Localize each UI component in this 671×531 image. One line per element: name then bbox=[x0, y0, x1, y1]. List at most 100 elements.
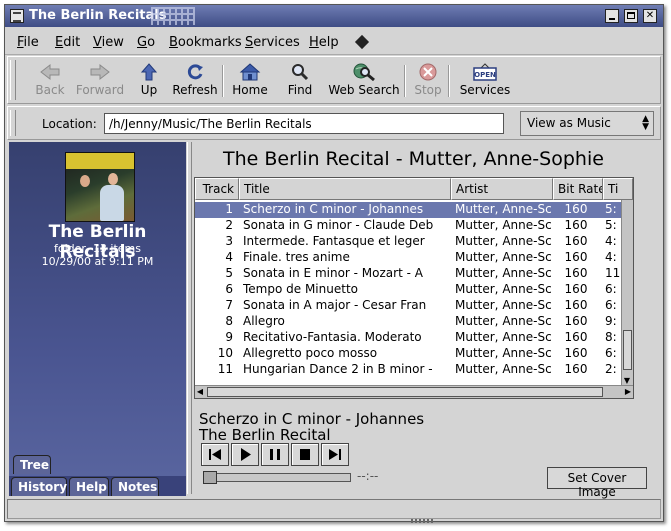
track-title: Hungarian Dance 2 in B minor - bbox=[243, 362, 433, 376]
set-cover-image-button[interactable]: Set Cover Image bbox=[547, 467, 647, 499]
track-artist: Mutter, Anne-Sc bbox=[455, 218, 551, 232]
play-button[interactable] bbox=[231, 443, 259, 466]
back-button[interactable]: Back bbox=[28, 59, 72, 101]
track-title: Intermede. Fantasque et leger bbox=[243, 234, 425, 248]
window-menu-icon[interactable] bbox=[10, 9, 24, 23]
menu-edit[interactable]: Edit bbox=[55, 35, 80, 50]
table-row[interactable]: 5 Sonata in E minor - Mozart - A Mutter, A… bbox=[195, 266, 621, 282]
next-track-button[interactable] bbox=[321, 443, 349, 466]
playback-position-slider[interactable] bbox=[203, 473, 351, 482]
previous-icon bbox=[209, 449, 221, 460]
table-row[interactable]: 8 Allegro Mutter, Anne-Sc 160 9: bbox=[195, 314, 621, 330]
track-time: 4: bbox=[605, 234, 617, 248]
playback-time: --:-- bbox=[357, 469, 379, 483]
location-input[interactable] bbox=[104, 113, 504, 134]
stop-square-icon bbox=[300, 449, 310, 460]
services-button[interactable]: OPEN Services bbox=[458, 59, 512, 101]
toolbar-grip-handle[interactable] bbox=[10, 60, 16, 100]
magnifier-icon bbox=[292, 64, 309, 81]
track-bitrate: 160 bbox=[564, 330, 588, 344]
table-row[interactable]: 11 Hungarian Dance 2 in B minor - Mutter, … bbox=[195, 362, 621, 378]
track-title: Tempo de Minuetto bbox=[243, 282, 358, 296]
throbber-diamond-icon[interactable] bbox=[354, 34, 370, 50]
table-row[interactable]: 9 Recitativo-Fantasia. Moderato Mutter, An… bbox=[195, 330, 621, 346]
table-row[interactable]: 4 Finale. tres anime Mutter, Anne-Sc 160 4: bbox=[195, 250, 621, 266]
track-title: Recitativo-Fantasia. Moderato bbox=[243, 330, 422, 344]
toolbar-separator bbox=[404, 65, 406, 97]
track-number: 5 bbox=[225, 266, 233, 280]
location-bar: Location: View as Music ▲▼ bbox=[7, 106, 661, 140]
column-header-artist[interactable]: Artist bbox=[451, 178, 553, 200]
track-bitrate: 160 bbox=[564, 314, 588, 328]
track-bitrate: 160 bbox=[564, 202, 588, 216]
playback-slider-knob[interactable] bbox=[203, 471, 217, 484]
track-time: 5: bbox=[605, 202, 617, 216]
table-row[interactable]: 3 Intermede. Fantasque et leger Mutter, An… bbox=[195, 234, 621, 250]
refresh-button[interactable]: Refresh bbox=[172, 59, 218, 101]
column-header-time[interactable]: Ti bbox=[603, 178, 633, 200]
track-artist: Mutter, Anne-Sc bbox=[455, 202, 551, 216]
track-list[interactable]: Track Title Artist Bit Rate Ti 1 Scherzo … bbox=[194, 177, 634, 399]
track-bitrate: 160 bbox=[564, 218, 588, 232]
track-list-horizontal-scrollbar[interactable]: ◀ ▶ bbox=[195, 385, 633, 398]
track-number: 11 bbox=[217, 362, 233, 376]
stop-icon bbox=[419, 63, 437, 81]
table-row[interactable]: 7 Sonata in A major - Cesar Fran Mutter, A… bbox=[195, 298, 621, 314]
tab-history[interactable]: History bbox=[11, 477, 67, 496]
track-number: 7 bbox=[225, 298, 233, 312]
track-artist: Mutter, Anne-Sc bbox=[455, 346, 551, 360]
track-artist: Mutter, Anne-Sc bbox=[455, 282, 551, 296]
previous-track-button[interactable] bbox=[201, 443, 229, 466]
menu-services[interactable]: Services bbox=[245, 35, 300, 50]
table-row[interactable]: 1 Scherzo in C minor - Johannes Mutter, An… bbox=[195, 202, 621, 218]
pane-splitter-handle[interactable] bbox=[187, 142, 192, 494]
toolbar: Back Forward Up Refresh Home Find Web Se… bbox=[7, 56, 661, 104]
close-icon: ✕ bbox=[645, 10, 655, 21]
table-row[interactable]: 2 Sonata in G minor - Claude Deb Mutter, A… bbox=[195, 218, 621, 234]
table-row[interactable]: 6 Tempo de Minuetto Mutter, Anne-Sc 160 6: bbox=[195, 282, 621, 298]
find-button[interactable]: Find bbox=[282, 59, 318, 101]
menu-go[interactable]: Go bbox=[137, 35, 155, 50]
minimize-button[interactable] bbox=[605, 9, 619, 23]
column-header-bitrate[interactable]: Bit Rate bbox=[553, 178, 603, 200]
horizontal-scroll-thumb[interactable] bbox=[207, 387, 603, 397]
track-artist: Mutter, Anne-Sc bbox=[455, 362, 551, 376]
vertical-scroll-thumb[interactable] bbox=[623, 330, 632, 370]
track-title: Finale. tres anime bbox=[243, 250, 350, 264]
location-bar-grip-handle[interactable] bbox=[10, 110, 16, 136]
title-bar[interactable]: The Berlin Recitals ✕ bbox=[5, 5, 663, 27]
track-bitrate: 160 bbox=[564, 234, 588, 248]
view-as-dropdown[interactable]: View as Music ▲ ▼ bbox=[520, 111, 654, 136]
tab-notes[interactable]: Notes bbox=[111, 477, 159, 496]
track-list-vertical-scrollbar[interactable]: ▼ bbox=[621, 200, 633, 386]
stop-button[interactable]: Stop bbox=[412, 59, 444, 101]
window-resize-handle[interactable] bbox=[411, 519, 433, 523]
track-bitrate: 160 bbox=[564, 298, 588, 312]
menu-view[interactable]: View bbox=[93, 35, 124, 50]
column-header-track[interactable]: Track bbox=[195, 178, 239, 200]
tab-tree[interactable]: Tree bbox=[13, 455, 51, 474]
scroll-left-arrow-icon[interactable]: ◀ bbox=[195, 387, 205, 397]
home-button[interactable]: Home bbox=[230, 59, 270, 101]
pause-button[interactable] bbox=[261, 443, 289, 466]
track-time: 9: bbox=[605, 314, 617, 328]
album-cover-image bbox=[65, 152, 135, 222]
column-header-title[interactable]: Title bbox=[239, 178, 451, 200]
close-button[interactable]: ✕ bbox=[643, 9, 657, 23]
maximize-button[interactable] bbox=[624, 9, 638, 23]
track-title: Allegro bbox=[243, 314, 285, 328]
menu-bookmarks[interactable]: Bookmarks bbox=[169, 35, 242, 50]
menu-help[interactable]: Help bbox=[309, 35, 339, 50]
play-icon bbox=[241, 448, 251, 461]
sidebar-folder-info: folder, 13 items bbox=[53, 242, 141, 255]
up-button[interactable]: Up bbox=[136, 59, 162, 101]
titlebar-pattern bbox=[151, 7, 195, 25]
menu-file[interactable]: File bbox=[17, 35, 39, 50]
scroll-right-arrow-icon[interactable]: ▶ bbox=[623, 387, 633, 397]
table-row[interactable]: 10 Allegretto poco mosso Mutter, Anne-Sc 16… bbox=[195, 346, 621, 362]
stop-playback-button[interactable] bbox=[291, 443, 319, 466]
web-search-button[interactable]: Web Search bbox=[326, 59, 402, 101]
menu-bar: File Edit View Go Bookmarks Services Hel… bbox=[5, 28, 663, 55]
tab-help[interactable]: Help bbox=[69, 477, 109, 496]
forward-button[interactable]: Forward bbox=[74, 59, 126, 101]
